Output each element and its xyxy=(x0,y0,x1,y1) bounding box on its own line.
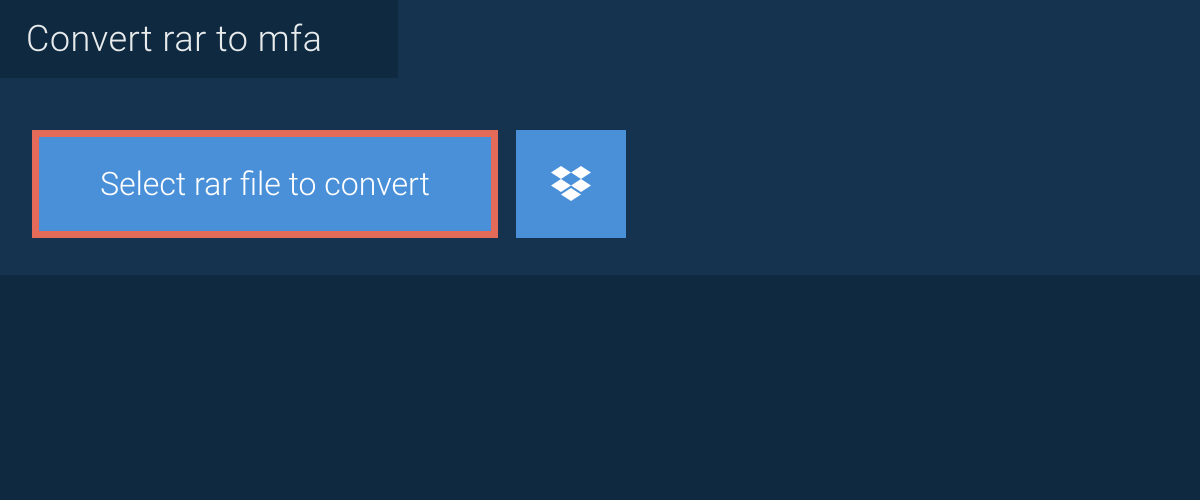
dropbox-icon xyxy=(551,166,591,202)
converter-panel: Convert rar to mfa Select rar file to co… xyxy=(0,0,1200,275)
title-tab: Convert rar to mfa xyxy=(0,0,398,78)
select-file-label: Select rar file to convert xyxy=(100,165,430,203)
action-button-row: Select rar file to convert xyxy=(32,130,626,238)
dropbox-button[interactable] xyxy=(516,130,626,238)
select-file-button[interactable]: Select rar file to convert xyxy=(32,130,498,238)
page-title: Convert rar to mfa xyxy=(26,18,362,60)
